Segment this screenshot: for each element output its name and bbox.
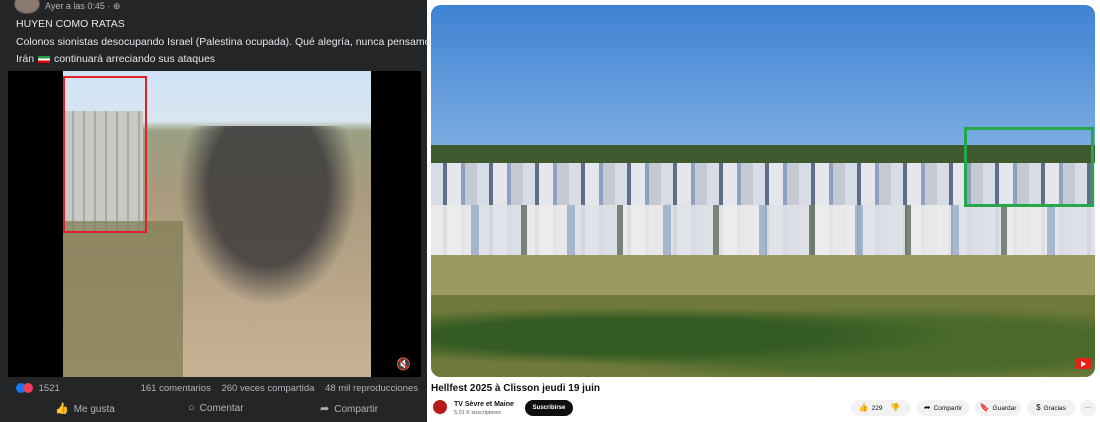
thumbs-up-icon: 👍 [858,403,869,412]
engagement-stats: 161 comentarios 260 veces compartida 48 … [133,383,418,394]
bookmark-icon: 🔖 [979,403,990,412]
tents-foreground-image [431,205,1095,255]
comment-label: Comentar [199,403,244,414]
share-icon: ➦ [923,403,931,412]
video-title: Hellfest 2025 à Clisson jeudi 19 juin [431,383,600,394]
green-highlight-box [964,127,1094,207]
post-text-line-3-start: Irán [16,53,35,65]
subscriber-count: 5,01 K suscriptores [454,410,502,416]
reactions[interactable]: 1521 [16,383,60,394]
like-count: 229 [871,405,883,412]
shares-count[interactable]: 260 veces compartida [221,383,314,394]
post-stats: 1521 161 comentarios 260 veces compartid… [16,383,418,397]
thanks-icon: $ [1036,403,1041,412]
like-dislike-group: 👍 229 👎 [851,400,911,416]
love-reaction-icon [23,383,33,394]
thumbs-down-icon: 👎 [890,403,901,412]
share-label: Compartir [933,405,963,412]
thanks-button[interactable]: $ Gracias [1027,400,1075,416]
iran-flag-icon [38,55,51,63]
save-button[interactable]: 🔖 Guardar [975,400,1021,416]
save-label: Guardar [992,405,1017,412]
youtube-logo-icon[interactable] [1075,358,1091,369]
comments-count[interactable]: 161 comentarios [141,383,211,394]
dislike-button[interactable]: 👎 [890,403,903,412]
post-header: Ayer a las 0:45 · ⊕ [0,0,427,14]
post-actions: 👍 Me gusta ○ Comentar ➦ Compartir [0,400,427,418]
share-button[interactable]: ➦ Compartir [917,400,969,416]
views-count: 48 mil reproducciones [325,383,418,394]
like-label: Me gusta [73,404,115,415]
thumbs-up-icon: 👍 [55,403,69,415]
post-text-line-3-end: continuará arreciando sus ataques [53,53,216,65]
red-highlight-box [63,76,147,233]
channel-avatar[interactable] [433,400,447,414]
share-label: Compartir [334,404,379,415]
comment-button[interactable]: ○ Comentar [188,402,244,414]
bushes-image [431,295,1095,377]
reaction-count: 1521 [38,383,60,394]
comment-icon: ○ [188,402,195,414]
like-button[interactable]: 👍 Me gusta [55,402,115,415]
facebook-post: Ayer a las 0:45 · ⊕ HUYEN COMO RATAS Col… [0,0,479,422]
avatar[interactable] [14,0,40,14]
post-text-line-3: Irán continuará arreciando sus ataques [16,53,215,65]
mute-icon[interactable]: 🔇 [396,357,411,371]
share-icon: ➦ [320,403,330,415]
more-button[interactable]: ··· [1080,400,1096,416]
like-button[interactable]: 👍 229 [858,403,883,412]
youtube-player[interactable] [431,5,1095,377]
youtube-video-page: Hellfest 2025 à Clisson jeudi 19 juin TV… [430,0,1100,422]
crowd-image [163,126,371,326]
thanks-label: Gracias [1043,405,1066,412]
subscribe-button[interactable]: Suscribirse [525,400,573,416]
post-text-line-1: HUYEN COMO RATAS [16,18,125,30]
post-text-line-2: Colonos sionistas desocupando Israel (Pa… [16,36,479,48]
post-timestamp[interactable]: Ayer a las 0:45 · ⊕ [45,1,120,12]
share-button[interactable]: ➦ Compartir [320,402,378,415]
channel-name[interactable]: TV Sèvre et Maine [454,401,514,408]
post-video[interactable]: 🔇 [8,71,421,377]
